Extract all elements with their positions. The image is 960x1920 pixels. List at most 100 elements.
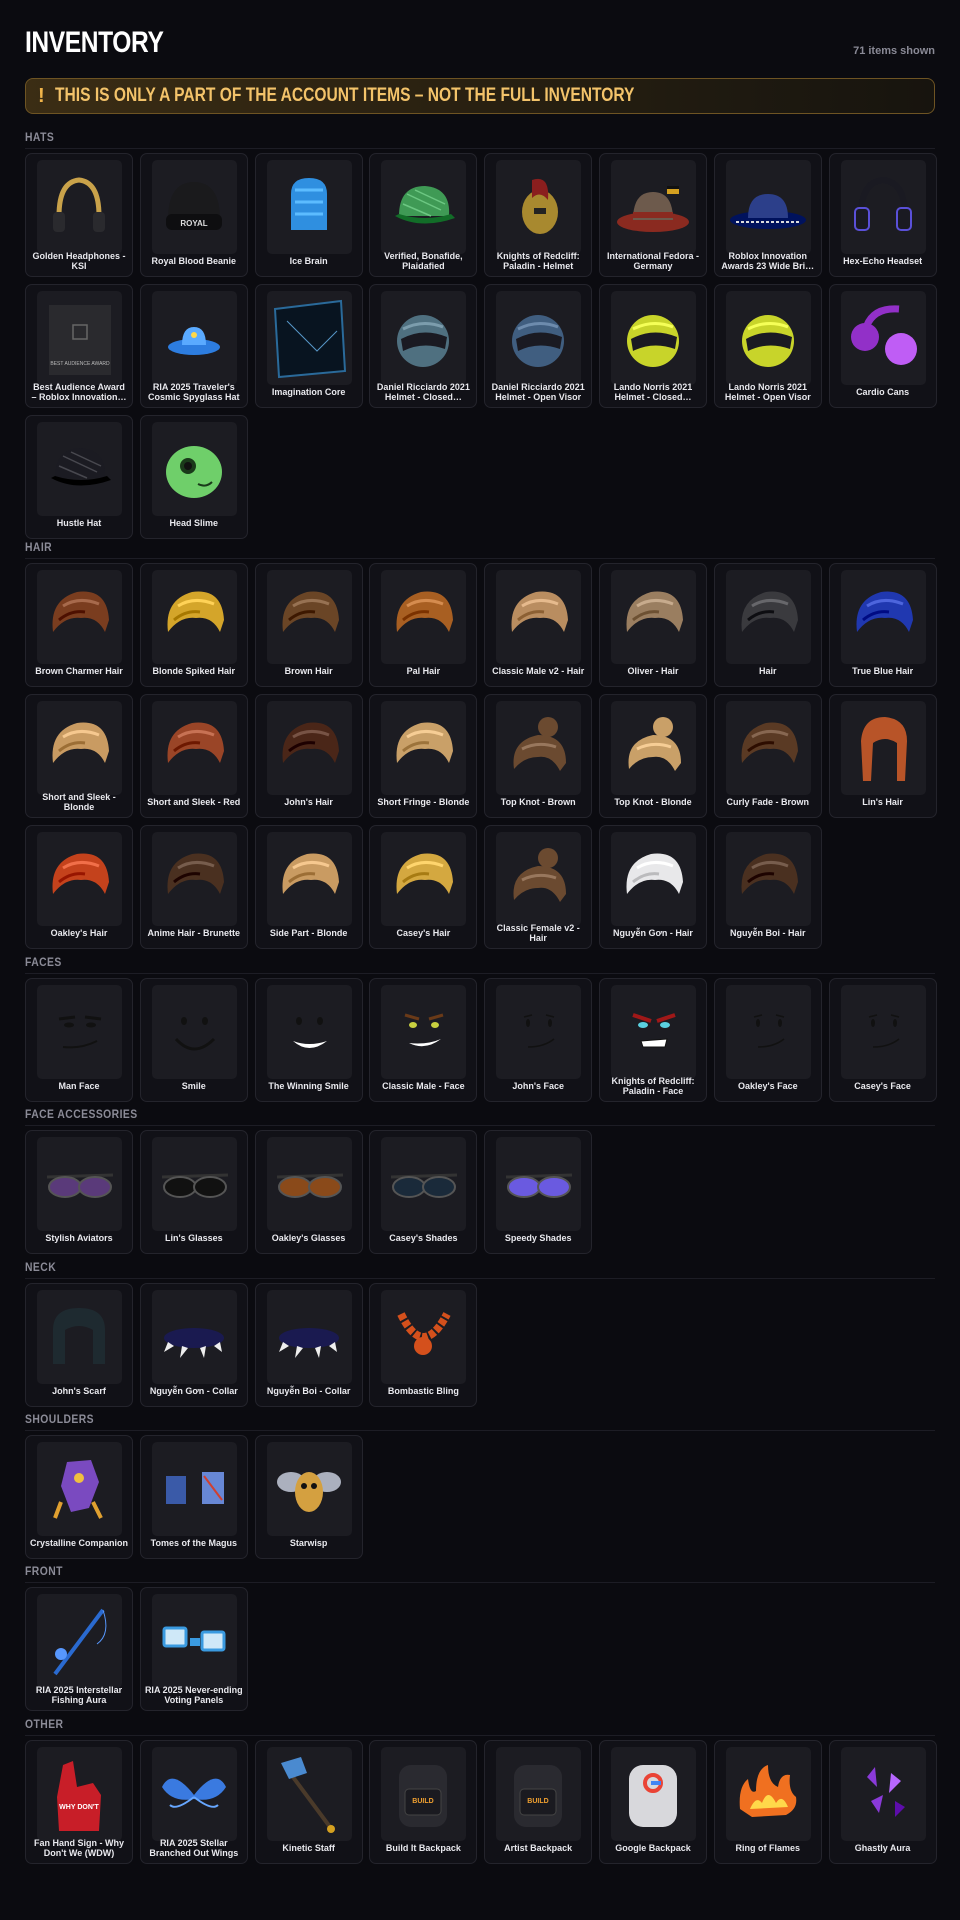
hair-icon [37, 570, 122, 664]
hair-bun-icon [496, 701, 582, 795]
item-card[interactable]: Classic Male v2 - Hair [484, 563, 593, 687]
item-card[interactable]: Oakley's Face [713, 978, 822, 1102]
item-card[interactable]: Hair [713, 563, 822, 687]
item-card[interactable]: Short and Sleek - Blonde [25, 694, 133, 818]
item-name: Anime Hair - Brunette [147, 927, 241, 938]
item-card[interactable]: Curly Fade - Brown [713, 694, 822, 818]
item-card[interactable]: BEST AUDIENCE AWARD Best Audience Award –… [25, 284, 133, 408]
hair-icon [496, 570, 582, 664]
item-card[interactable]: RIA 2025 Traveler's Cosmic Spyglass Hat [139, 284, 248, 408]
item-card[interactable]: Classic Female v2 - Hair [484, 825, 593, 949]
item-card[interactable]: Hex-Echo Headset [828, 153, 937, 277]
face-smirk-icon [840, 985, 926, 1079]
item-card[interactable]: Lando Norris 2021 Helmet - Open Visor [713, 284, 822, 408]
item-card[interactable]: Casey's Hair [369, 825, 478, 949]
item-name: Ring of Flames [735, 1842, 801, 1853]
item-card[interactable]: Oliver - Hair [598, 563, 707, 687]
svg-text:BUILD: BUILD [413, 1798, 434, 1805]
item-card[interactable]: Brown Charmer Hair [25, 563, 133, 687]
item-card[interactable]: Lin's Glasses [139, 1130, 248, 1254]
item-name: Brown Charmer Hair [35, 665, 123, 676]
item-card[interactable]: Ice Brain [254, 153, 363, 277]
collar-icon [151, 1290, 237, 1384]
item-card[interactable]: RIA 2025 Never-ending Voting Panels [139, 1587, 248, 1711]
item-card[interactable]: RIA 2025 Interstellar Fishing Aura [25, 1587, 133, 1711]
item-name: Knights of Redcliff: Paladin - Face [611, 1075, 695, 1097]
item-card[interactable]: Knights of Redcliff: Paladin - Face [598, 978, 707, 1102]
item-card[interactable]: Nguyễn Gơn - Hair [598, 825, 707, 949]
item-card[interactable]: Casey's Face [828, 978, 937, 1102]
item-grid: John's Scarf Nguyễn Gơn - Collar Nguyễn Bo… [25, 1283, 935, 1407]
section-other: OTHER WHY DON'T Fan Hand Sign - Why Don't … [25, 1719, 937, 1864]
item-card[interactable]: Short and Sleek - Red [139, 694, 248, 818]
item-card[interactable]: Lando Norris 2021 Helmet - Closed… [598, 284, 707, 408]
item-card[interactable]: Blonde Spiked Hair [139, 563, 248, 687]
svg-text:BUILD: BUILD [527, 1798, 548, 1805]
item-card[interactable]: Hustle Hat [25, 415, 133, 539]
item-card[interactable]: Google Backpack [598, 1740, 707, 1864]
face-man-icon [37, 985, 122, 1079]
item-card[interactable]: Nguyễn Gơn - Collar [139, 1283, 248, 1407]
item-card[interactable]: Lin's Hair [828, 694, 937, 818]
item-name: Best Audience Award – Roblox Innovation… [31, 381, 127, 403]
item-card[interactable]: Ghastly Aura [828, 1740, 937, 1864]
hair-bun-icon [610, 701, 696, 795]
item-name: Ice Brain [289, 255, 328, 266]
item-card[interactable]: Pal Hair [369, 563, 478, 687]
item-card[interactable]: Starwisp [254, 1435, 363, 1559]
item-card[interactable]: Casey's Shades [369, 1130, 478, 1254]
item-card[interactable]: John's Hair [254, 694, 363, 818]
page-header: INVENTORY 71 items shown [25, 0, 935, 78]
item-card[interactable]: Tomes of the Magus [139, 1435, 248, 1559]
item-name: Man Face [58, 1080, 100, 1091]
item-name: Classic Male v2 - Hair [492, 665, 585, 676]
wide-brim-hat-icon [725, 160, 811, 254]
item-card[interactable]: Smile [139, 978, 248, 1102]
item-card[interactable]: Nguyễn Boi - Hair [713, 825, 822, 949]
item-name: Roblox Innovation Awards 23 Wide Bri… [721, 250, 815, 272]
item-card[interactable]: Crystalline Companion [25, 1435, 133, 1559]
item-name: Knights of Redcliff: Paladin - Helmet [496, 250, 580, 272]
item-card[interactable]: Kinetic Staff [254, 1740, 363, 1864]
item-card[interactable]: BUILD Build It Backpack [369, 1740, 478, 1864]
item-card[interactable]: Head Slime [139, 415, 248, 539]
item-card[interactable]: Oakley's Glasses [254, 1130, 363, 1254]
item-card[interactable]: Verified, Bonafide, Plaidafied [369, 153, 478, 277]
item-card[interactable]: International Fedora - Germany [598, 153, 707, 277]
item-card[interactable]: Short Fringe - Blonde [369, 694, 478, 818]
item-name: Daniel Ricciardo 2021 Helmet - Open Viso… [491, 381, 585, 403]
item-card[interactable]: Nguyễn Boi - Collar [254, 1283, 363, 1407]
item-card[interactable]: Roblox Innovation Awards 23 Wide Bri… [713, 153, 822, 277]
item-card[interactable]: Cardio Cans [828, 284, 937, 408]
item-card[interactable]: The Winning Smile [254, 978, 363, 1102]
item-card[interactable]: True Blue Hair [828, 563, 937, 687]
item-card[interactable]: Imagination Core [254, 284, 363, 408]
item-card[interactable]: Knights of Redcliff: Paladin - Helmet [484, 153, 593, 277]
item-card[interactable]: Side Part - Blonde [254, 825, 363, 949]
item-card[interactable]: John's Face [484, 978, 593, 1102]
item-card[interactable]: Anime Hair - Brunette [139, 825, 248, 949]
creature-icon [37, 1442, 122, 1536]
section-divider [25, 1582, 935, 1583]
item-name: Daniel Ricciardo 2021 Helmet - Closed… [376, 381, 470, 403]
item-card[interactable]: Daniel Ricciardo 2021 Helmet - Open Viso… [484, 284, 593, 408]
item-card[interactable]: Oakley's Hair [25, 825, 133, 949]
item-card[interactable]: Bombastic Bling [369, 1283, 478, 1407]
item-card[interactable]: Daniel Ricciardo 2021 Helmet - Closed… [369, 284, 478, 408]
item-name: Cardio Cans [856, 386, 910, 397]
item-card[interactable]: Top Knot - Blonde [598, 694, 707, 818]
item-card[interactable]: Golden Headphones - KSI [25, 153, 133, 277]
item-card[interactable]: Brown Hair [254, 563, 363, 687]
item-card[interactable]: ROYAL Royal Blood Beanie [139, 153, 248, 277]
item-card[interactable]: BUILD Artist Backpack [484, 1740, 593, 1864]
item-card[interactable]: Ring of Flames [713, 1740, 822, 1864]
item-card[interactable]: Stylish Aviators [25, 1130, 133, 1254]
item-card[interactable]: Speedy Shades [484, 1130, 593, 1254]
item-name: Short Fringe - Blonde [377, 796, 470, 807]
item-card[interactable]: WHY DON'T Fan Hand Sign - Why Don't We (W… [25, 1740, 133, 1864]
item-card[interactable]: Man Face [25, 978, 133, 1102]
item-card[interactable]: Top Knot - Brown [484, 694, 593, 818]
item-card[interactable]: RIA 2025 Stellar Branched Out Wings [139, 1740, 248, 1864]
item-card[interactable]: Classic Male - Face [369, 978, 478, 1102]
item-card[interactable]: John's Scarf [25, 1283, 133, 1407]
